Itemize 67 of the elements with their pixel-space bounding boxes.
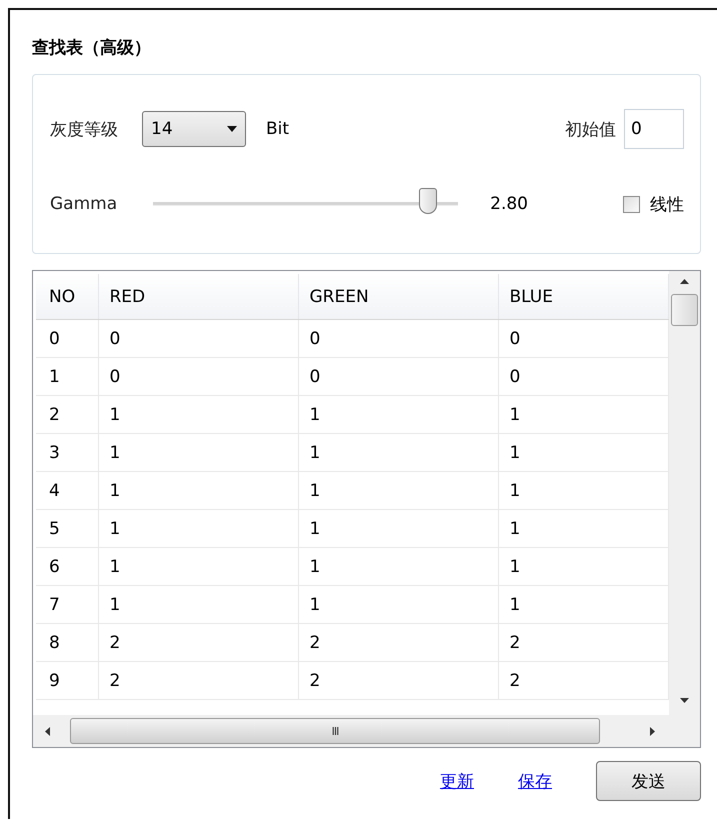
table-cell: 2 bbox=[98, 662, 298, 700]
table-cell: 1 bbox=[36, 358, 98, 396]
gamma-reading: 2.80 bbox=[490, 194, 528, 214]
vertical-scrollbar[interactable] bbox=[669, 271, 700, 715]
table-cell: 1 bbox=[298, 548, 498, 586]
table-cell: 1 bbox=[298, 396, 498, 434]
gamma-slider-thumb[interactable] bbox=[418, 188, 437, 214]
table-cell: 6 bbox=[36, 548, 98, 586]
table-cell: 1 bbox=[98, 434, 298, 472]
dropdown-caret-icon bbox=[227, 126, 237, 132]
text-link[interactable]: 更新 bbox=[440, 770, 474, 792]
scroll-thumb[interactable]: III bbox=[70, 718, 600, 744]
table-cell: 0 bbox=[498, 320, 668, 358]
column-header: BLUE bbox=[498, 274, 668, 320]
scroll-down-icon[interactable] bbox=[680, 698, 689, 703]
linear-label: 线性 bbox=[650, 194, 684, 216]
column-header: NO bbox=[36, 274, 98, 320]
table-cell: 0 bbox=[298, 320, 498, 358]
table-cell: 0 bbox=[98, 358, 298, 396]
panel-title: 查找表（高级） bbox=[32, 37, 151, 60]
initial-value-field[interactable]: 0 bbox=[624, 109, 684, 149]
bit-depth-label: 灰度等级 bbox=[50, 118, 118, 140]
table-cell: 1 bbox=[98, 548, 298, 586]
table-cell: 1 bbox=[98, 396, 298, 434]
table-cell: 1 bbox=[498, 548, 668, 586]
gamma-label: Gamma bbox=[50, 194, 118, 214]
bit-depth-dropdown[interactable]: 14 bbox=[142, 111, 246, 147]
table-cell: 5 bbox=[36, 510, 98, 548]
table-cell: 1 bbox=[498, 472, 668, 510]
table-cell: 1 bbox=[298, 472, 498, 510]
unit-label: Bit bbox=[266, 119, 290, 139]
column-header: RED bbox=[98, 274, 298, 320]
table-cell: 2 bbox=[36, 396, 98, 434]
table-cell: 4 bbox=[36, 472, 98, 510]
table-cell: 0 bbox=[498, 358, 668, 396]
table-cell: 7 bbox=[36, 586, 98, 624]
table-cell: 1 bbox=[498, 396, 668, 434]
table-cell: 9 bbox=[36, 662, 98, 700]
text-link[interactable]: 保存 bbox=[518, 770, 552, 792]
table-cell: 1 bbox=[498, 586, 668, 624]
table-cell: 2 bbox=[498, 624, 668, 662]
scroll-thumb[interactable] bbox=[671, 294, 698, 326]
linear-checkbox[interactable] bbox=[623, 196, 640, 212]
table-cell: 8 bbox=[36, 624, 98, 662]
initial-value-label: 初始值 bbox=[565, 118, 616, 140]
column-header: GREEN bbox=[298, 274, 498, 320]
scroll-right-icon[interactable] bbox=[650, 726, 655, 736]
table-cell: 3 bbox=[36, 434, 98, 472]
scroll-up-icon[interactable] bbox=[680, 279, 689, 284]
table-cell: 1 bbox=[98, 510, 298, 548]
send-button[interactable]: 发送 bbox=[596, 761, 701, 801]
table-cell: 0 bbox=[98, 320, 298, 358]
table-cell: 1 bbox=[98, 472, 298, 510]
table-cell: 0 bbox=[36, 320, 98, 358]
scroll-left-icon[interactable] bbox=[45, 726, 50, 736]
table-cell: 0 bbox=[298, 358, 498, 396]
table-cell: 2 bbox=[298, 624, 498, 662]
table-cell: 2 bbox=[298, 662, 498, 700]
table-cell: 1 bbox=[298, 586, 498, 624]
table-cell: 1 bbox=[498, 434, 668, 472]
table-cell: 1 bbox=[298, 434, 498, 472]
table-cell: 1 bbox=[298, 510, 498, 548]
table-cell: 2 bbox=[98, 624, 298, 662]
table-cell: 1 bbox=[98, 586, 298, 624]
table-cell: 1 bbox=[498, 510, 668, 548]
table-cell: 2 bbox=[498, 662, 668, 700]
horizontal-scrollbar[interactable]: III bbox=[33, 715, 669, 747]
